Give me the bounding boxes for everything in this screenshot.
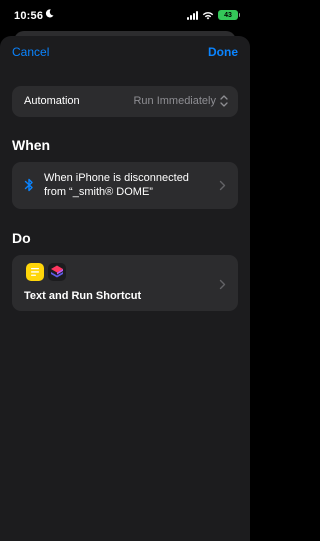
- done-button[interactable]: Done: [208, 45, 238, 59]
- signal-icon: [187, 10, 198, 20]
- wifi-icon: [202, 11, 214, 19]
- when-trigger-text: When iPhone is disconnected from “_smith…: [44, 171, 214, 199]
- when-trigger-row[interactable]: When iPhone is disconnected from “_smith…: [12, 162, 238, 209]
- when-trigger-line-1: When iPhone is disconnected: [44, 172, 189, 184]
- moon-icon: [45, 9, 54, 21]
- status-indicators: 43: [187, 10, 240, 20]
- do-action-label: Text and Run Shortcut: [24, 290, 142, 302]
- when-section-title: When: [12, 137, 51, 153]
- battery-icon: 43: [218, 10, 240, 20]
- chevron-right-icon: [219, 279, 226, 290]
- status-time: 10:56: [14, 10, 44, 22]
- automation-run-setting[interactable]: Automation Run Immediately: [12, 86, 238, 117]
- automation-label: Automation: [24, 95, 80, 107]
- chevron-right-icon: [219, 180, 226, 191]
- when-trigger-line-2: from “_smith® DOME”: [44, 186, 153, 198]
- bluetooth-icon: [24, 178, 33, 192]
- do-section-title: Do: [12, 230, 31, 246]
- shortcuts-app-icon: [48, 263, 66, 281]
- chevron-up-down-icon: [220, 95, 228, 107]
- automation-value: Run Immediately: [133, 95, 216, 107]
- do-action-row[interactable]: Text and Run Shortcut: [12, 255, 238, 311]
- status-bar: 10:56 43: [0, 0, 250, 30]
- battery-level: 43: [224, 11, 232, 19]
- cancel-button[interactable]: Cancel: [12, 45, 49, 59]
- notes-app-icon: [26, 263, 44, 281]
